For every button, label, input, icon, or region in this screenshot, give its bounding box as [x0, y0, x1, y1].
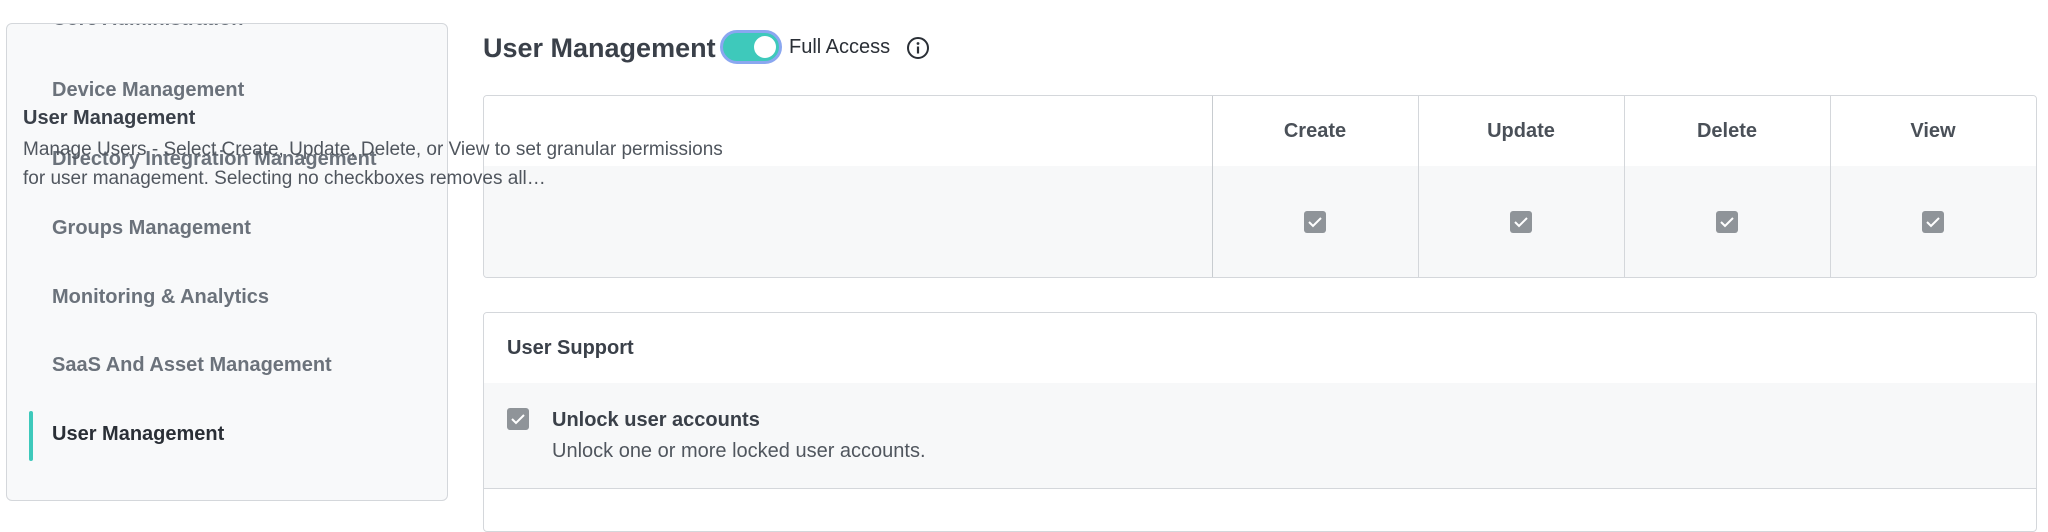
- create-checkbox[interactable]: [1304, 211, 1326, 233]
- sidebar-item-core-administration[interactable]: Core Administration: [52, 24, 244, 31]
- sidebar-item-saas-asset-management[interactable]: SaaS And Asset Management: [52, 354, 332, 377]
- column-header-create: Create: [1283, 120, 1347, 142]
- sidebar-item-user-management[interactable]: User Management: [52, 423, 224, 446]
- check-icon: [1720, 217, 1734, 228]
- full-access-label: Full Access: [789, 36, 891, 58]
- sidebar-nav: Core Administration Device Management Di…: [6, 23, 448, 501]
- info-icon[interactable]: [906, 36, 930, 60]
- check-icon: [1514, 217, 1528, 228]
- column-header-view: View: [1910, 120, 1956, 142]
- column-header-update: Update: [1487, 120, 1555, 142]
- column-divider: [1830, 96, 1831, 277]
- update-checkbox[interactable]: [1510, 211, 1532, 233]
- support-title: User Support: [507, 337, 634, 359]
- row-description: Manage Users - Select Create, Update, De…: [23, 139, 723, 189]
- sidebar-item-groups-management[interactable]: Groups Management: [52, 217, 251, 240]
- view-checkbox[interactable]: [1922, 211, 1944, 233]
- active-item-indicator: [29, 411, 33, 461]
- support-item-title: Unlock user accounts: [552, 409, 760, 431]
- unlock-accounts-checkbox[interactable]: [507, 408, 529, 430]
- check-icon: [1308, 217, 1322, 228]
- support-item-description: Unlock one or more locked user accounts.: [552, 440, 926, 462]
- column-header-delete: Delete: [1696, 120, 1758, 142]
- list-item: [484, 383, 2036, 489]
- column-divider: [1418, 96, 1419, 277]
- column-divider: [1624, 96, 1625, 277]
- check-icon: [511, 414, 525, 425]
- check-icon: [1926, 217, 1940, 228]
- sidebar-item-monitoring-analytics[interactable]: Monitoring & Analytics: [52, 286, 269, 309]
- page-title: User Management: [483, 33, 716, 63]
- toggle-knob: [754, 36, 776, 58]
- sidebar-item-device-management[interactable]: Device Management: [52, 79, 244, 102]
- user-support-card: User Support Unlock user accounts Unlock…: [483, 312, 2037, 532]
- full-access-toggle[interactable]: [720, 30, 782, 64]
- column-divider: [1212, 96, 1213, 277]
- delete-checkbox[interactable]: [1716, 211, 1738, 233]
- support-header: User Support: [484, 313, 2036, 384]
- row-title: User Management: [23, 107, 196, 129]
